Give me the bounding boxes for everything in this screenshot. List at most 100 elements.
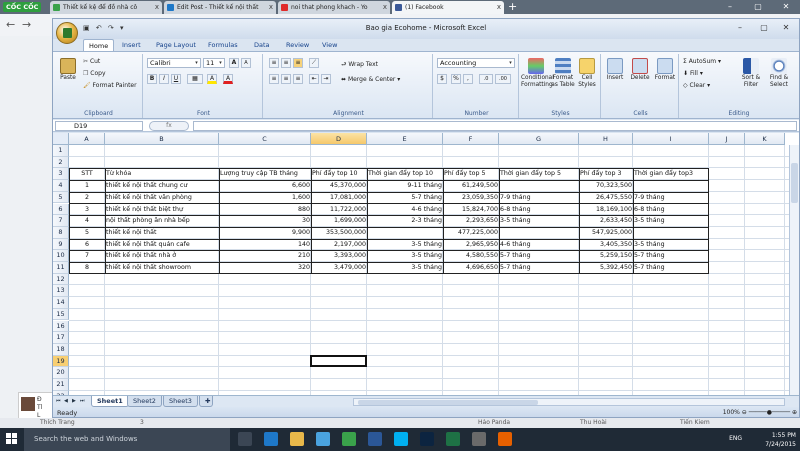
table-cell[interactable]: 3,393,000 [311, 250, 367, 262]
format-as-table-button[interactable]: Format as Table [551, 58, 575, 89]
conditional-formatting-button[interactable]: Conditional Formatting [521, 58, 554, 89]
table-cell[interactable]: 353,500,000 [311, 227, 367, 239]
bold-button[interactable]: B [147, 74, 157, 84]
row-header-20[interactable]: 20 [53, 367, 69, 379]
tab-data[interactable]: Data [249, 39, 275, 51]
table-cell[interactable]: 3,405,350 [579, 239, 633, 251]
close-icon[interactable]: x [383, 1, 387, 14]
align-bottom-icon[interactable]: ≡ [293, 58, 303, 68]
table-cell[interactable]: 5 [69, 227, 105, 239]
align-left-icon[interactable]: ≡ [269, 74, 279, 84]
table-cell[interactable]: 7-9 tháng [499, 192, 579, 204]
shrink-font-button[interactable]: A [241, 58, 251, 68]
table-cell[interactable]: 3-5 tháng [367, 250, 443, 262]
browser-tab[interactable]: noi that phong khach - Yo x [278, 1, 390, 14]
select-all-corner[interactable] [53, 133, 69, 145]
row-header-8[interactable]: 8 [53, 226, 69, 239]
align-center-icon[interactable]: ≡ [281, 74, 291, 84]
tab-view[interactable]: View [317, 39, 342, 51]
table-cell[interactable]: 11,722,000 [311, 204, 367, 216]
row-header-4[interactable]: 4 [53, 180, 69, 192]
new-tab-button[interactable]: + [508, 0, 517, 13]
table-cell[interactable]: 61,249,500 [443, 180, 499, 192]
align-top-icon[interactable]: ≡ [269, 58, 279, 68]
table-cell[interactable]: 3-5 tháng [499, 215, 579, 227]
table-cell[interactable]: 45,370,000 [311, 180, 367, 192]
row-header-9[interactable]: 9 [53, 238, 69, 251]
row-header-11[interactable]: 11 [53, 262, 69, 274]
table-cell[interactable]: 17,081,000 [311, 192, 367, 204]
row-header-19[interactable]: 19 [53, 355, 69, 368]
last-sheet-icon[interactable]: ⏭ [80, 398, 86, 405]
format-cells-button[interactable]: Format [653, 58, 677, 82]
explorer-icon[interactable] [290, 432, 304, 446]
minimize-button[interactable]: – [716, 0, 744, 14]
table-cell[interactable]: 210 [219, 250, 311, 262]
table-cell[interactable]: 3-5 tháng [633, 215, 709, 227]
table-cell[interactable]: 7-9 tháng [633, 192, 709, 204]
table-header-cell[interactable]: Thời gian đẩy top3 [633, 168, 709, 180]
column-header-k[interactable]: K [745, 133, 785, 145]
font-color-button[interactable]: A [223, 74, 233, 84]
first-sheet-icon[interactable]: ⏮ [56, 398, 62, 405]
sheet-tab-sheet2[interactable]: Sheet2 [127, 396, 162, 407]
table-cell[interactable]: thiết kế nội thất quán cafe [105, 239, 219, 251]
table-cell[interactable]: 6-8 tháng [633, 204, 709, 216]
column-header-a[interactable]: A [69, 133, 105, 145]
table-header-cell[interactable]: Phí đẩy top 3 [579, 168, 633, 180]
table-cell[interactable]: 2,965,950 [443, 239, 499, 251]
column-header-b[interactable]: B [105, 133, 219, 145]
close-icon[interactable]: x [269, 1, 273, 14]
increase-decimal-button[interactable]: .0 [479, 74, 493, 84]
table-cell[interactable]: 4,580,550 [443, 250, 499, 262]
tab-insert[interactable]: Insert [117, 39, 146, 51]
table-cell[interactable]: 4 [69, 215, 105, 227]
windows-start-icon[interactable] [6, 433, 18, 445]
skype-icon[interactable] [394, 432, 408, 446]
table-cell[interactable]: 477,225,000 [443, 227, 499, 239]
table-cell[interactable]: 1,600 [219, 192, 311, 204]
new-sheet-icon[interactable]: ✚ [199, 396, 213, 407]
zoom-level[interactable]: 100% ⊖ ─────●───── ⊕ [723, 407, 797, 417]
cell-styles-button[interactable]: Cell Styles [575, 58, 599, 89]
table-cell[interactable]: 4,696,650 [443, 262, 499, 274]
align-middle-icon[interactable]: ≡ [281, 58, 291, 68]
column-header-i[interactable]: I [633, 133, 709, 145]
number-format-select[interactable]: Accounting ▾ [437, 58, 515, 68]
underline-button[interactable]: U [171, 74, 181, 84]
table-cell[interactable]: 8 [69, 262, 105, 274]
active-cell[interactable] [310, 354, 367, 368]
table-cell[interactable]: 9-11 tháng [367, 180, 443, 192]
tab-home[interactable]: Home [83, 39, 115, 51]
table-cell[interactable]: 5,392,450 [579, 262, 633, 274]
column-header-g[interactable]: G [499, 133, 579, 145]
column-header-j[interactable]: J [709, 133, 745, 145]
table-cell[interactable]: 5-7 tháng [367, 192, 443, 204]
row-header-3[interactable]: 3 [53, 168, 69, 181]
column-header-c[interactable]: C [219, 133, 311, 145]
decrease-indent-icon[interactable]: ⇤ [309, 74, 319, 84]
table-cell[interactable]: 30 [219, 215, 311, 227]
vertical-scrollbar[interactable] [789, 145, 799, 395]
table-cell[interactable]: 7 [69, 250, 105, 262]
table-cell[interactable]: thiết kế nội thất nhà ở [105, 250, 219, 262]
borders-icon[interactable]: ▦ [187, 74, 203, 84]
browser-tab[interactable]: Thiết kế kệ để đồ nhà cô x [50, 1, 162, 14]
table-cell[interactable]: thiết kế nội thất biệt thự [105, 204, 219, 216]
row-header-2[interactable]: 2 [53, 156, 69, 169]
table-cell[interactable]: 2,633,450 [579, 215, 633, 227]
table-cell[interactable]: 3-5 tháng [367, 262, 443, 274]
tab-page-layout[interactable]: Page Layout [151, 39, 201, 51]
table-cell[interactable]: nội thất phòng ăn nhà bếp [105, 215, 219, 227]
table-cell[interactable]: thiết kế nội thất chung cư [105, 180, 219, 192]
excel-minimize-button[interactable]: – [729, 21, 751, 35]
column-header-e[interactable]: E [367, 133, 443, 145]
orientation-icon[interactable]: ⟋ [309, 58, 319, 68]
table-header-cell[interactable]: STT [69, 168, 105, 180]
close-icon[interactable]: x [497, 1, 501, 14]
excel-close-button[interactable]: ✕ [775, 21, 797, 35]
table-cell[interactable]: 4-6 tháng [499, 239, 579, 251]
row-header-12[interactable]: 12 [53, 273, 69, 286]
row-header-1[interactable]: 1 [53, 145, 69, 157]
column-header-d[interactable]: D [311, 133, 367, 145]
